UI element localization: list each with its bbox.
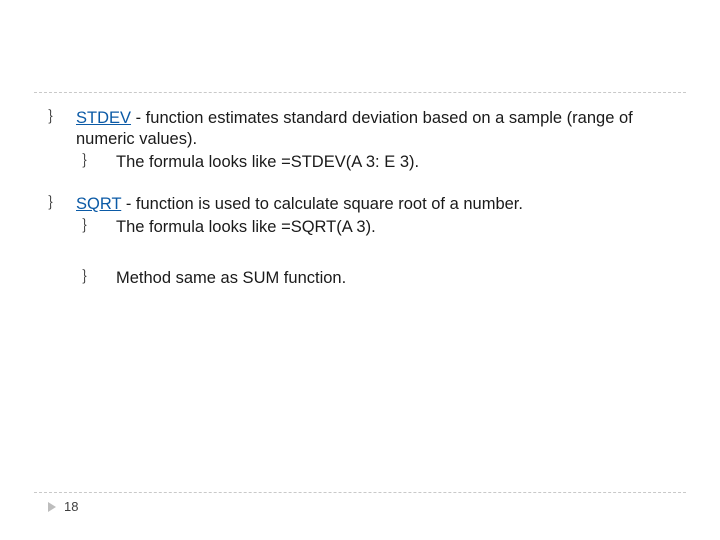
bullet-icon: ｝ bbox=[76, 268, 116, 288]
pager-triangle-icon bbox=[48, 502, 56, 512]
sub-text: The formula looks like =STDEV(A 3: E 3). bbox=[116, 152, 674, 173]
bullet-icon: ｝ bbox=[76, 152, 116, 172]
bullet-sqrt: ｝ SQRT - function is used to calculate s… bbox=[48, 194, 674, 288]
sub-bullet-sqrt-formula: ｝ The formula looks like =SQRT(A 3). bbox=[76, 217, 674, 238]
sub-text: Method same as SUM function. bbox=[116, 268, 674, 289]
sub-text: The formula looks like =SQRT(A 3). bbox=[116, 217, 674, 238]
func-desc-stdev: - function estimates standard deviation … bbox=[76, 109, 633, 148]
bullet-icon: ｝ bbox=[76, 217, 116, 237]
func-desc-sqrt: - function is used to calculate square r… bbox=[121, 195, 523, 213]
func-name-sqrt: SQRT bbox=[76, 195, 121, 213]
sub-bullet-stdev-formula: ｝ The formula looks like =STDEV(A 3: E 3… bbox=[76, 152, 674, 173]
sub-bullet-sqrt-method: ｝ Method same as SUM function. bbox=[76, 268, 674, 289]
bullet-body: STDEV - function estimates standard devi… bbox=[76, 108, 674, 172]
divider-top bbox=[34, 92, 686, 93]
bullet-icon: ｝ bbox=[48, 194, 76, 214]
slide: ｝ STDEV - function estimates standard de… bbox=[0, 0, 720, 540]
content-area: ｝ STDEV - function estimates standard de… bbox=[48, 108, 674, 311]
bullet-stdev: ｝ STDEV - function estimates standard de… bbox=[48, 108, 674, 172]
page-number: 18 bbox=[64, 499, 78, 514]
func-name-stdev: STDEV bbox=[76, 109, 131, 127]
footer: 18 bbox=[48, 499, 78, 514]
divider-bottom bbox=[34, 492, 686, 493]
bullet-icon: ｝ bbox=[48, 108, 76, 128]
bullet-body: SQRT - function is used to calculate squ… bbox=[76, 194, 674, 288]
